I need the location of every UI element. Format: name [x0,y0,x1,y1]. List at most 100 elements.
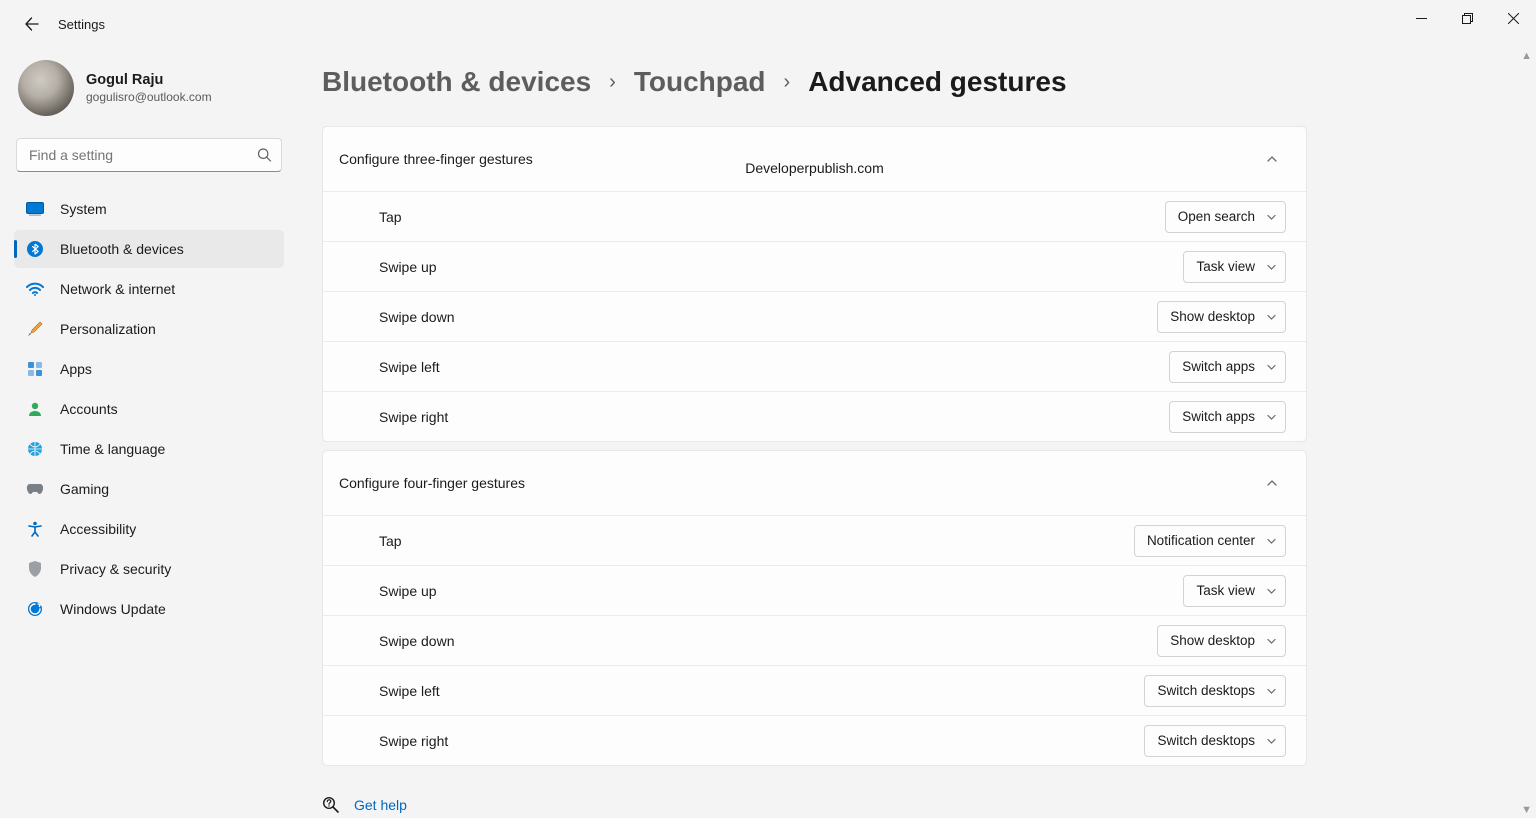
maximize-button[interactable] [1444,0,1490,36]
shield-icon [26,560,44,578]
close-icon [1508,13,1519,24]
sidebar-item-label: System [60,201,107,217]
sidebar-item-bluetooth-devices[interactable]: Bluetooth & devices [14,230,284,268]
chevron-down-icon [1266,585,1277,596]
gesture-label: Swipe up [379,583,437,599]
chevron-down-icon [1266,211,1277,222]
gesture-label: Swipe left [379,359,440,375]
app-title: Settings [58,17,105,32]
panel-three-finger-gestures: Configure three-finger gestures Develope… [322,126,1307,442]
sidebar-item-label: Network & internet [60,281,175,297]
sidebar-item-label: Privacy & security [60,561,171,577]
gesture-label: Swipe down [379,309,455,325]
breadcrumb: Bluetooth & devices › Touchpad › Advance… [322,66,1512,98]
globe-clock-icon [26,440,44,458]
gesture-dropdown[interactable]: Switch apps [1169,401,1286,433]
sidebar-item-label: Personalization [60,321,156,337]
sidebar-item-system[interactable]: System [14,190,284,228]
gesture-row: Swipe left Switch desktops [323,665,1306,715]
gesture-dropdown[interactable]: Switch apps [1169,351,1286,383]
chevron-down-icon [1266,361,1277,372]
maximize-icon [1462,13,1473,24]
close-button[interactable] [1490,0,1536,36]
search-input[interactable] [16,138,282,172]
dropdown-value: Switch desktops [1157,733,1255,748]
sidebar-item-time-language[interactable]: Time & language [14,430,284,468]
gesture-label: Swipe right [379,733,448,749]
accessibility-icon [26,520,44,538]
sidebar-item-label: Time & language [60,441,165,457]
dropdown-value: Notification center [1147,533,1255,548]
chevron-down-icon [1266,411,1277,422]
breadcrumb-current: Advanced gestures [808,66,1066,98]
content: Bluetooth & devices › Touchpad › Advance… [298,48,1536,818]
gesture-dropdown[interactable]: Task view [1183,251,1286,283]
system-icon [26,200,44,218]
gesture-row: Swipe up Task view [323,565,1306,615]
arrow-left-icon [24,16,40,32]
dropdown-value: Task view [1196,583,1255,598]
gesture-dropdown[interactable]: Switch desktops [1144,725,1286,757]
gesture-row: Swipe up Task view [323,241,1306,291]
gesture-label: Swipe right [379,409,448,425]
sidebar-item-apps[interactable]: Apps [14,350,284,388]
chevron-down-icon [1266,261,1277,272]
gesture-dropdown[interactable]: Open search [1165,201,1286,233]
chevron-up-icon [1266,477,1278,489]
sidebar-item-gaming[interactable]: Gaming [14,470,284,508]
sidebar-item-accessibility[interactable]: Accessibility [14,510,284,548]
gesture-label: Tap [379,209,402,225]
panel-header-three-finger[interactable]: Configure three-finger gestures Develope… [323,127,1306,191]
sidebar-item-accounts[interactable]: Accounts [14,390,284,428]
content-wrap: ▲ ▼ Bluetooth & devices › Touchpad › Adv… [298,48,1536,818]
dropdown-value: Switch apps [1182,409,1255,424]
gesture-dropdown[interactable]: Notification center [1134,525,1286,557]
gesture-dropdown[interactable]: Show desktop [1157,625,1286,657]
search-wrap [16,138,282,172]
scrollbar-arrow-down[interactable]: ▼ [1521,804,1532,816]
panel-four-finger-gestures: Configure four-finger gestures Tap Notif… [322,450,1307,766]
panel-title: Configure four-finger gestures [339,475,525,491]
gesture-dropdown[interactable]: Show desktop [1157,301,1286,333]
panel-title: Configure three-finger gestures [339,151,533,167]
chevron-down-icon [1266,685,1277,696]
chevron-up-icon [1266,153,1278,165]
sidebar-item-personalization[interactable]: Personalization [14,310,284,348]
wifi-icon [26,280,44,298]
scrollbar-arrow-up[interactable]: ▲ [1521,50,1532,62]
gesture-row: Swipe down Show desktop [323,615,1306,665]
gesture-row: Swipe right Switch apps [323,391,1306,441]
breadcrumb-touchpad[interactable]: Touchpad [634,66,766,98]
sidebar-item-label: Gaming [60,481,109,497]
bluetooth-icon [26,240,44,258]
breadcrumb-separator: › [784,71,791,94]
window-controls [1398,0,1536,36]
breadcrumb-separator: › [609,71,616,94]
back-button[interactable] [20,12,44,36]
minimize-button[interactable] [1398,0,1444,36]
sidebar-item-windows-update[interactable]: Windows Update [14,590,284,628]
gesture-dropdown[interactable]: Task view [1183,575,1286,607]
gesture-label: Swipe up [379,259,437,275]
sidebar-item-label: Windows Update [60,601,166,617]
sidebar-item-label: Apps [60,361,92,377]
dropdown-value: Show desktop [1170,633,1255,648]
gesture-row: Tap Notification center [323,515,1306,565]
chevron-down-icon [1266,535,1277,546]
sidebar-nav: System Bluetooth & devices Network & int… [14,190,284,628]
account-name: Gogul Raju [86,72,212,88]
sidebar-item-network-internet[interactable]: Network & internet [14,270,284,308]
sidebar-item-privacy-security[interactable]: Privacy & security [14,550,284,588]
help-link-row: Get help [322,796,1512,814]
minimize-icon [1416,13,1427,24]
apps-icon [26,360,44,378]
sidebar-item-label: Bluetooth & devices [60,241,184,257]
account-section[interactable]: Gogul Raju gogulisro@outlook.com [14,56,284,134]
get-help-link[interactable]: Get help [354,797,407,813]
breadcrumb-bluetooth-devices[interactable]: Bluetooth & devices [322,66,591,98]
title-bar: Settings [0,0,1536,48]
panel-header-four-finger[interactable]: Configure four-finger gestures [323,451,1306,515]
gesture-dropdown[interactable]: Switch desktops [1144,675,1286,707]
dropdown-value: Show desktop [1170,309,1255,324]
gesture-row: Swipe right Switch desktops [323,715,1306,765]
